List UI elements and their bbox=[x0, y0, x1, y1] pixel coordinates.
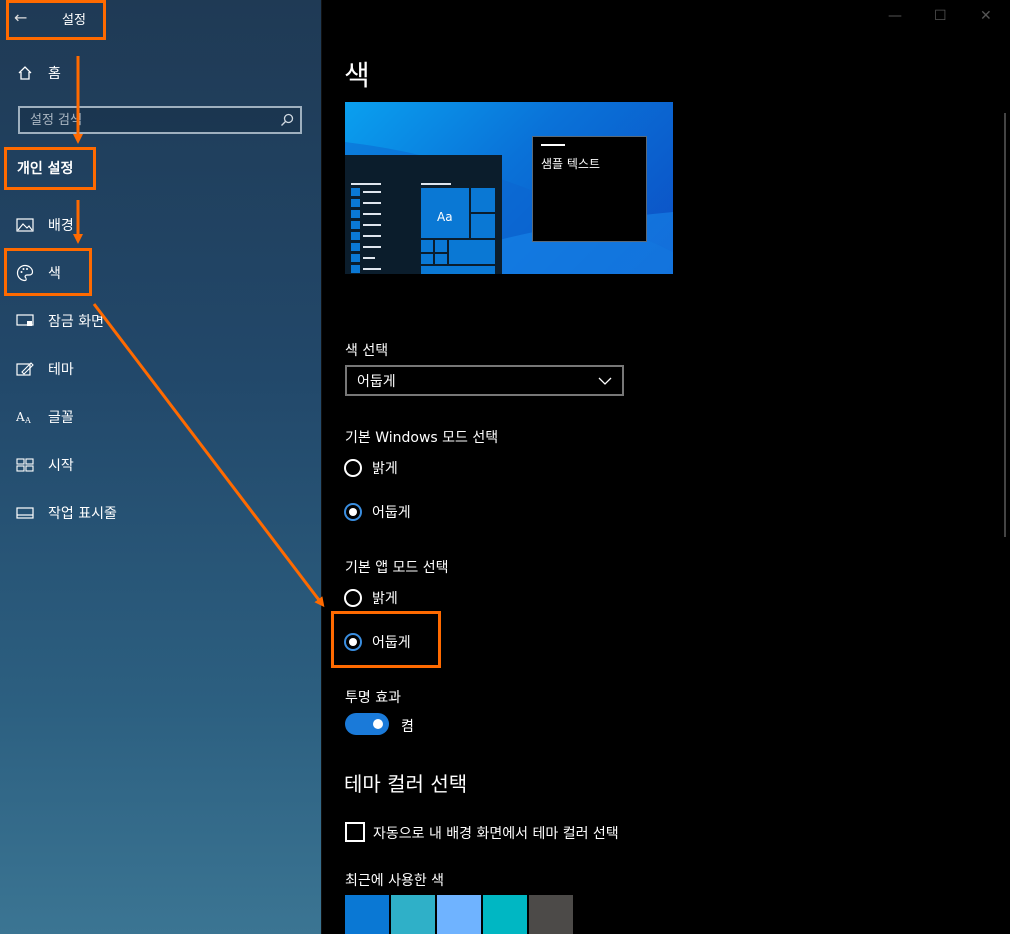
radio-button[interactable] bbox=[344, 459, 362, 477]
sidebar-item-label: 글꼴 bbox=[48, 410, 74, 426]
windows-mode-dark-option[interactable]: 어둡게 bbox=[344, 502, 411, 522]
sidebar-item-colors[interactable]: 색 bbox=[16, 261, 61, 285]
color-select-label: 색 선택 bbox=[345, 343, 389, 359]
recent-color-swatch[interactable] bbox=[437, 895, 481, 934]
close-button[interactable]: ✕ bbox=[980, 8, 992, 24]
sidebar-item-fonts[interactable]: AA 글꼴 bbox=[16, 405, 74, 429]
windows-mode-light-option[interactable]: 밝게 bbox=[344, 458, 398, 478]
home-icon bbox=[16, 64, 34, 82]
scrollbar[interactable] bbox=[1004, 113, 1006, 537]
svg-text:A: A bbox=[16, 410, 25, 424]
sidebar-item-home[interactable]: 홈 bbox=[16, 61, 61, 85]
recent-color-swatch[interactable] bbox=[345, 895, 389, 934]
preview-window: 샘플 텍스트 bbox=[532, 136, 647, 242]
radio-button-selected[interactable] bbox=[344, 633, 362, 651]
transparency-toggle[interactable] bbox=[345, 713, 389, 735]
sidebar-item-label: 테마 bbox=[48, 362, 74, 378]
chevron-down-icon bbox=[598, 373, 612, 389]
theme-color-heading: 테마 컬러 선택 bbox=[344, 772, 468, 796]
lock-screen-icon bbox=[16, 312, 34, 330]
radio-button[interactable] bbox=[344, 589, 362, 607]
app-mode-dark-option[interactable]: 어둡게 bbox=[344, 632, 411, 652]
radio-label: 밝게 bbox=[372, 461, 398, 477]
radio-label: 어둡게 bbox=[372, 635, 411, 651]
windows-mode-label: 기본 Windows 모드 선택 bbox=[345, 430, 499, 446]
sidebar-item-label: 홈 bbox=[48, 66, 61, 82]
sidebar-item-label: 잠금 화면 bbox=[48, 314, 104, 330]
auto-accent-label: 자동으로 내 배경 화면에서 테마 컬러 선택 bbox=[373, 826, 619, 842]
radio-label: 어둡게 bbox=[372, 505, 411, 521]
theme-edit-icon bbox=[16, 360, 34, 378]
transparency-state: 켬 bbox=[401, 719, 414, 735]
search-icon[interactable] bbox=[274, 113, 300, 127]
search-input[interactable] bbox=[20, 108, 274, 132]
radio-button-selected[interactable] bbox=[344, 503, 362, 521]
svg-text:A: A bbox=[24, 416, 31, 425]
page-title: 색 bbox=[344, 59, 370, 92]
sidebar-item-themes[interactable]: 테마 bbox=[16, 357, 74, 381]
color-select-dropdown[interactable]: 어둡게 bbox=[345, 365, 624, 396]
color-select-value: 어둡게 bbox=[357, 373, 396, 390]
color-preview-image: Aa 샘플 텍스트 bbox=[345, 102, 673, 274]
recent-color-swatch[interactable] bbox=[391, 895, 435, 934]
sidebar-item-label: 시작 bbox=[48, 458, 74, 474]
palette-icon bbox=[16, 264, 34, 282]
sidebar-item-background[interactable]: 배경 bbox=[16, 213, 74, 237]
sidebar-item-label: 색 bbox=[48, 266, 61, 282]
sidebar-item-start[interactable]: 시작 bbox=[16, 453, 74, 477]
settings-search-box[interactable] bbox=[18, 106, 302, 134]
settings-sidebar: ← 설정 홈 개인 설정 배경 색 잠금 화면 테마 bbox=[0, 0, 321, 934]
window-title: 설정 bbox=[62, 13, 86, 28]
app-mode-light-option[interactable]: 밝게 bbox=[344, 588, 398, 608]
preview-sample-text: 샘플 텍스트 bbox=[541, 157, 601, 171]
minimize-button[interactable]: — bbox=[888, 8, 902, 24]
sidebar-item-lock-screen[interactable]: 잠금 화면 bbox=[16, 309, 104, 333]
image-icon bbox=[16, 216, 34, 234]
preview-tile-text: Aa bbox=[437, 210, 453, 224]
auto-accent-checkbox[interactable] bbox=[345, 822, 365, 842]
sidebar-item-label: 배경 bbox=[48, 218, 74, 234]
recent-colors-label: 최근에 사용한 색 bbox=[345, 873, 445, 889]
back-arrow-icon[interactable]: ← bbox=[14, 8, 27, 27]
section-header-personalization: 개인 설정 bbox=[17, 161, 74, 177]
sidebar-item-taskbar[interactable]: 작업 표시줄 bbox=[16, 501, 117, 525]
maximize-button[interactable]: ☐ bbox=[934, 8, 947, 24]
transparency-label: 투명 효과 bbox=[345, 690, 401, 706]
recent-color-swatch[interactable] bbox=[529, 895, 573, 934]
font-icon: AA bbox=[16, 408, 34, 426]
recent-color-swatch[interactable] bbox=[483, 895, 527, 934]
start-grid-icon bbox=[16, 456, 34, 474]
radio-label: 밝게 bbox=[372, 591, 398, 607]
app-mode-label: 기본 앱 모드 선택 bbox=[345, 560, 449, 576]
taskbar-icon bbox=[16, 504, 34, 522]
preview-start-menu: Aa bbox=[345, 155, 502, 274]
preview-window-titlebar bbox=[541, 144, 565, 146]
sidebar-item-label: 작업 표시줄 bbox=[48, 506, 117, 522]
